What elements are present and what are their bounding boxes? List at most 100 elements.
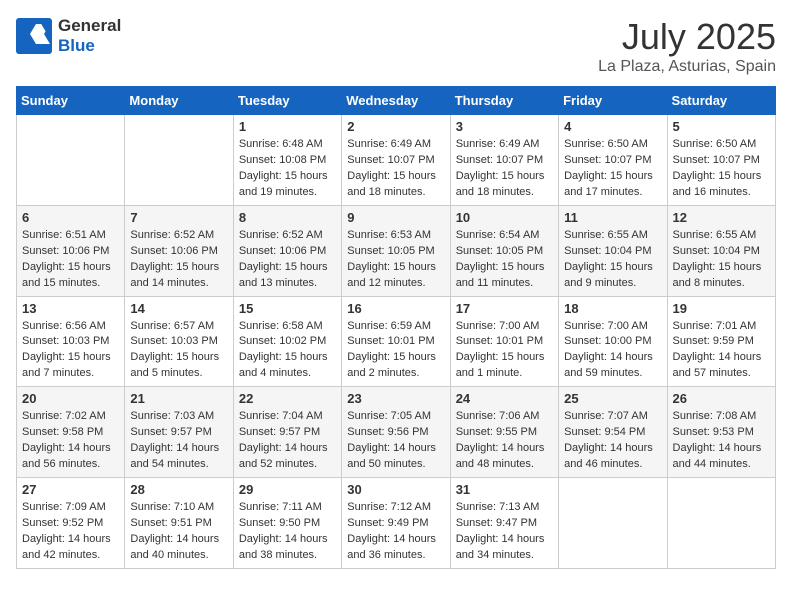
day-number: 28 [130,482,227,497]
daylight-text: Daylight: 14 hours and 59 minutes. [564,351,653,379]
sunrise-text: Sunrise: 7:06 AM [456,410,540,422]
daylight-text: Daylight: 14 hours and 56 minutes. [22,442,111,470]
sunset-text: Sunset: 9:55 PM [456,426,537,438]
day-number: 6 [22,210,119,225]
day-number: 5 [673,119,770,134]
daylight-text: Daylight: 14 hours and 40 minutes. [130,533,219,561]
sunset-text: Sunset: 9:57 PM [130,426,211,438]
day-number: 26 [673,391,770,406]
sunset-text: Sunset: 10:08 PM [239,154,326,166]
sunset-text: Sunset: 9:53 PM [673,426,754,438]
calendar-day-cell: 11 Sunrise: 6:55 AM Sunset: 10:04 PM Day… [559,205,667,296]
calendar-day-cell: 26 Sunrise: 7:08 AM Sunset: 9:53 PM Dayl… [667,387,775,478]
logo-blue: Blue [58,36,95,55]
sunrise-text: Sunrise: 6:52 AM [130,229,214,241]
sunset-text: Sunset: 9:52 PM [22,517,103,529]
day-number: 2 [347,119,444,134]
day-detail: Sunrise: 6:50 AM Sunset: 10:07 PM Daylig… [673,137,770,201]
month-title: July 2025 [598,16,776,58]
sunrise-text: Sunrise: 7:03 AM [130,410,214,422]
daylight-text: Daylight: 15 hours and 16 minutes. [673,170,762,198]
calendar-day-cell: 13 Sunrise: 6:56 AM Sunset: 10:03 PM Day… [17,296,125,387]
day-detail: Sunrise: 7:07 AM Sunset: 9:54 PM Dayligh… [564,409,661,473]
daylight-text: Daylight: 15 hours and 1 minute. [456,351,545,379]
calendar-day-cell: 20 Sunrise: 7:02 AM Sunset: 9:58 PM Dayl… [17,387,125,478]
calendar-day-cell: 21 Sunrise: 7:03 AM Sunset: 9:57 PM Dayl… [125,387,233,478]
day-detail: Sunrise: 6:53 AM Sunset: 10:05 PM Daylig… [347,228,444,292]
day-number: 24 [456,391,553,406]
daylight-text: Daylight: 14 hours and 38 minutes. [239,533,328,561]
day-number: 27 [22,482,119,497]
day-header: Sunday [17,87,125,115]
daylight-text: Daylight: 15 hours and 4 minutes. [239,351,328,379]
day-number: 16 [347,301,444,316]
daylight-text: Daylight: 14 hours and 34 minutes. [456,533,545,561]
daylight-text: Daylight: 15 hours and 17 minutes. [564,170,653,198]
sunrise-text: Sunrise: 7:02 AM [22,410,106,422]
calendar-day-cell: 14 Sunrise: 6:57 AM Sunset: 10:03 PM Day… [125,296,233,387]
day-header: Thursday [450,87,558,115]
daylight-text: Daylight: 15 hours and 12 minutes. [347,261,436,289]
logo: General Blue [16,16,121,56]
daylight-text: Daylight: 15 hours and 14 minutes. [130,261,219,289]
daylight-text: Daylight: 15 hours and 9 minutes. [564,261,653,289]
day-number: 10 [456,210,553,225]
sunrise-text: Sunrise: 6:57 AM [130,320,214,332]
day-number: 25 [564,391,661,406]
daylight-text: Daylight: 14 hours and 44 minutes. [673,442,762,470]
sunset-text: Sunset: 10:05 PM [347,245,434,257]
sunset-text: Sunset: 10:02 PM [239,335,326,347]
sunset-text: Sunset: 10:00 PM [564,335,651,347]
day-detail: Sunrise: 7:09 AM Sunset: 9:52 PM Dayligh… [22,500,119,564]
sunrise-text: Sunrise: 7:01 AM [673,320,757,332]
sunset-text: Sunset: 10:07 PM [673,154,760,166]
day-number: 12 [673,210,770,225]
calendar-day-cell [559,478,667,569]
day-header: Friday [559,87,667,115]
day-detail: Sunrise: 6:51 AM Sunset: 10:06 PM Daylig… [22,228,119,292]
day-detail: Sunrise: 7:12 AM Sunset: 9:49 PM Dayligh… [347,500,444,564]
calendar-day-cell: 6 Sunrise: 6:51 AM Sunset: 10:06 PM Dayl… [17,205,125,296]
sunset-text: Sunset: 9:56 PM [347,426,428,438]
calendar-header-row: SundayMondayTuesdayWednesdayThursdayFrid… [17,87,776,115]
day-detail: Sunrise: 6:49 AM Sunset: 10:07 PM Daylig… [456,137,553,201]
sunset-text: Sunset: 9:59 PM [673,335,754,347]
daylight-text: Daylight: 15 hours and 11 minutes. [456,261,545,289]
day-detail: Sunrise: 6:59 AM Sunset: 10:01 PM Daylig… [347,319,444,383]
calendar-day-cell: 29 Sunrise: 7:11 AM Sunset: 9:50 PM Dayl… [233,478,341,569]
sunset-text: Sunset: 10:03 PM [130,335,217,347]
sunrise-text: Sunrise: 7:04 AM [239,410,323,422]
day-detail: Sunrise: 7:06 AM Sunset: 9:55 PM Dayligh… [456,409,553,473]
day-detail: Sunrise: 7:01 AM Sunset: 9:59 PM Dayligh… [673,319,770,383]
calendar-day-cell: 15 Sunrise: 6:58 AM Sunset: 10:02 PM Day… [233,296,341,387]
day-number: 11 [564,210,661,225]
calendar-day-cell: 16 Sunrise: 6:59 AM Sunset: 10:01 PM Day… [342,296,450,387]
sunrise-text: Sunrise: 7:09 AM [22,501,106,513]
day-detail: Sunrise: 7:03 AM Sunset: 9:57 PM Dayligh… [130,409,227,473]
sunset-text: Sunset: 9:51 PM [130,517,211,529]
calendar-day-cell: 22 Sunrise: 7:04 AM Sunset: 9:57 PM Dayl… [233,387,341,478]
sunrise-text: Sunrise: 6:48 AM [239,138,323,150]
calendar-day-cell: 3 Sunrise: 6:49 AM Sunset: 10:07 PM Dayl… [450,115,558,206]
daylight-text: Daylight: 14 hours and 52 minutes. [239,442,328,470]
calendar-day-cell [17,115,125,206]
daylight-text: Daylight: 15 hours and 5 minutes. [130,351,219,379]
day-number: 23 [347,391,444,406]
sunset-text: Sunset: 9:54 PM [564,426,645,438]
calendar-day-cell: 2 Sunrise: 6:49 AM Sunset: 10:07 PM Dayl… [342,115,450,206]
day-header: Tuesday [233,87,341,115]
sunrise-text: Sunrise: 6:49 AM [347,138,431,150]
calendar-day-cell: 30 Sunrise: 7:12 AM Sunset: 9:49 PM Dayl… [342,478,450,569]
calendar-day-cell [125,115,233,206]
sunset-text: Sunset: 9:58 PM [22,426,103,438]
sunrise-text: Sunrise: 7:07 AM [564,410,648,422]
sunrise-text: Sunrise: 7:10 AM [130,501,214,513]
sunrise-text: Sunrise: 6:54 AM [456,229,540,241]
sunrise-text: Sunrise: 6:52 AM [239,229,323,241]
day-number: 15 [239,301,336,316]
calendar-week-row: 20 Sunrise: 7:02 AM Sunset: 9:58 PM Dayl… [17,387,776,478]
daylight-text: Daylight: 14 hours and 54 minutes. [130,442,219,470]
day-header: Monday [125,87,233,115]
day-number: 17 [456,301,553,316]
sunrise-text: Sunrise: 7:00 AM [564,320,648,332]
